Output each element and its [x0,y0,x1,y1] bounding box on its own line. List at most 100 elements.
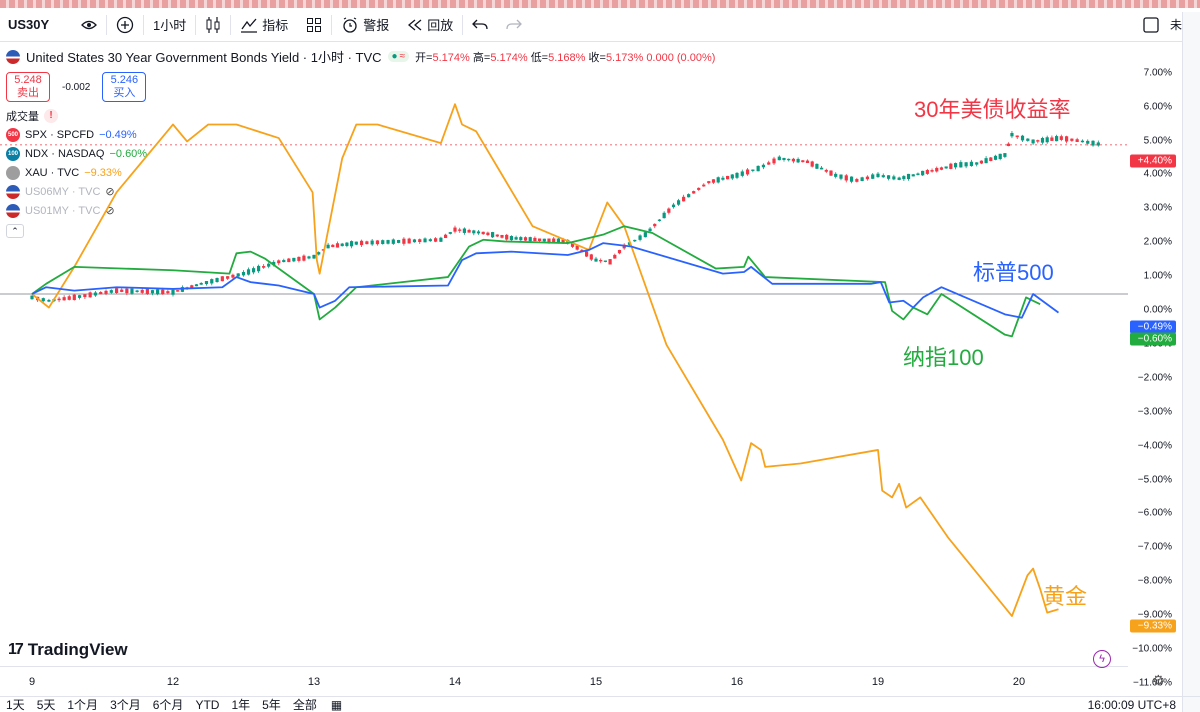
range-button[interactable]: 1年 [225,696,256,712]
range-button[interactable]: 3个月 [104,696,147,712]
candle-body [277,260,281,264]
candle-body [1091,140,1095,146]
eye-icon [81,20,97,29]
candle-body [989,157,993,162]
candle-body [657,219,662,221]
candle-body [829,170,833,176]
candle-body [109,290,113,293]
range-button[interactable]: 全部 [287,696,323,712]
candle-body [99,292,103,295]
candle-body [135,290,139,292]
grid-icon [307,17,322,32]
candle-body [448,232,452,234]
candle-body [472,230,476,234]
fullscreen-icon[interactable] [1142,16,1160,34]
rewind-icon [408,19,422,30]
candle-body [667,208,671,213]
settings-gear-icon[interactable]: ⚙ [1152,672,1165,689]
candle-body [220,276,224,282]
candle-body [906,173,911,180]
candle-body [767,162,771,165]
candle-body [702,184,706,187]
candle-body [815,163,819,169]
candle-body [391,239,395,244]
layouts-button[interactable] [297,8,331,42]
interval-button[interactable]: 1小时 [144,8,195,42]
candle-body [648,228,652,232]
candle-body [740,171,744,176]
candle-body [423,238,427,243]
candle-body [354,241,358,245]
candle-body [589,254,593,260]
candle-body [682,196,686,202]
candle-body [599,259,603,262]
candle-body [953,163,958,168]
candle-body [156,289,160,295]
range-button[interactable]: 5天 [31,696,62,712]
candle-body [993,155,998,160]
candle-body [1050,137,1054,141]
symbol-label: US30Y [8,17,50,32]
candle-body [77,295,82,298]
candle-body [1026,138,1030,141]
candle-body [975,162,979,165]
candle-body [542,238,546,242]
range-button[interactable]: YTD [189,698,225,712]
candle-body [381,240,385,245]
candle-body [287,258,291,263]
candle-body [820,167,824,170]
candle-body [67,296,71,300]
candle-body [805,160,810,164]
candle-body [662,212,666,219]
last-value-badge-gold: −9.33% [1130,619,1176,633]
range-bar: 1天 5天 1个月 3个月 6个月 YTD 1年 5年 全部 ▦ 16:00:0… [0,696,1200,712]
lightning-icon[interactable]: ϟ [1093,650,1111,668]
watch-toggle-button[interactable] [72,8,106,42]
candle-body [1031,139,1035,144]
candle-body [215,278,219,282]
candle-body [692,191,696,194]
candle-body [613,254,617,259]
candle-body [204,281,209,285]
candle-body [939,167,944,170]
chart-type-button[interactable] [196,8,230,42]
y-tick-label: 0.00% [1143,304,1172,316]
y-tick-label: 5.00% [1143,135,1172,146]
compare-symbol-button[interactable] [107,8,143,42]
price-axis[interactable]: 7.00% 6.00% 5.00% 4.00% 3.00% 2.00% 1.00% 0.00%… [1128,42,1180,688]
range-button[interactable]: 6个月 [147,696,190,712]
candle-body [716,177,720,183]
candle-body [402,238,406,244]
undo-button[interactable] [463,8,497,42]
candle-body [998,153,1002,160]
symbol-search-button[interactable]: US30Y [0,8,72,42]
candle-body [194,284,199,287]
candle-body [547,238,551,243]
time-axis[interactable]: 9 12 13 14 15 16 19 20 [0,666,1128,694]
interval-label: 1小时 [153,18,187,33]
range-button[interactable]: 5年 [256,696,287,712]
candle-body [340,243,344,247]
candle-body [335,243,340,248]
last-value-badge-spx: −0.49% [1130,320,1176,334]
bond-candles [30,131,1100,303]
x-tick-label: 9 [28,676,36,688]
y-tick-label: −2.00% [1137,372,1172,384]
replay-label: 回放 [427,18,454,33]
redo-button[interactable] [497,8,531,42]
candle-body [756,165,760,172]
candle-body [251,268,256,273]
candle-body [350,241,354,247]
candle-body [979,160,983,164]
replay-button[interactable]: 回放 [398,8,462,42]
calendar-icon[interactable]: ▦ [323,698,342,712]
range-button[interactable]: 1个月 [61,696,104,712]
range-button[interactable]: 1天 [0,696,31,712]
candle-body [721,177,725,180]
indicators-button[interactable]: 指标 [231,8,297,42]
alert-button[interactable]: 警报 [332,8,398,42]
candle-body [603,260,607,262]
candle-body [886,175,891,179]
candle-body [418,239,422,243]
x-tick-label: 20 [1012,676,1026,688]
